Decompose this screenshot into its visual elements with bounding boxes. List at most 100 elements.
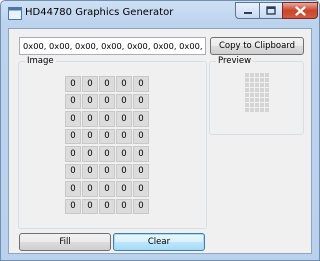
- pixel-cell[interactable]: 0: [133, 181, 149, 197]
- preview-pixel: [250, 108, 254, 112]
- hex-output-field[interactable]: 0x00, 0x00, 0x00, 0x00, 0x00, 0x00, 0x00…: [19, 37, 206, 55]
- preview-pixel: [245, 83, 249, 87]
- app-icon: [8, 7, 22, 20]
- preview-pixel: [250, 83, 254, 87]
- preview-pixel: [265, 103, 269, 107]
- pixel-cell[interactable]: 0: [99, 198, 115, 214]
- preview-pixel: [260, 103, 264, 107]
- close-icon: [294, 5, 306, 16]
- pixel-cell[interactable]: 0: [116, 128, 132, 144]
- preview-pixel: [255, 98, 259, 102]
- pixel-cell[interactable]: 0: [133, 111, 149, 127]
- maximize-icon: [266, 6, 276, 15]
- preview-pixel: [245, 78, 249, 82]
- clear-button[interactable]: Clear: [113, 233, 205, 251]
- preview-pixel: [250, 78, 254, 82]
- preview-pixel: [265, 73, 269, 77]
- copy-to-clipboard-button[interactable]: Copy to Clipboard: [210, 37, 304, 55]
- minimize-button[interactable]: [235, 2, 260, 19]
- preview-pixel: [250, 88, 254, 92]
- pixel-cell[interactable]: 0: [133, 128, 149, 144]
- preview-pixel: [260, 73, 264, 77]
- preview-pixel: [255, 78, 259, 82]
- preview-pixel: [250, 103, 254, 107]
- preview-group-label: Preview: [216, 56, 254, 67]
- pixel-cell[interactable]: 0: [82, 93, 98, 109]
- pixel-grid: 0000000000000000000000000000000000000000: [65, 76, 149, 214]
- pixel-cell[interactable]: 0: [133, 146, 149, 162]
- preview-pixel: [250, 98, 254, 102]
- pixel-cell[interactable]: 0: [116, 181, 132, 197]
- image-group-label: Image: [25, 56, 56, 67]
- preview-pixel: [260, 108, 264, 112]
- pixel-cell[interactable]: 0: [65, 163, 81, 179]
- preview-pixel: [245, 98, 249, 102]
- fill-button[interactable]: Fill: [19, 233, 111, 251]
- pixel-cell[interactable]: 0: [99, 93, 115, 109]
- pixel-cell[interactable]: 0: [82, 111, 98, 127]
- pixel-cell[interactable]: 0: [65, 181, 81, 197]
- pixel-cell[interactable]: 0: [65, 198, 81, 214]
- pixel-cell[interactable]: 0: [82, 198, 98, 214]
- preview-pixel: [265, 83, 269, 87]
- pixel-cell[interactable]: 0: [116, 93, 132, 109]
- pixel-cell[interactable]: 0: [116, 198, 132, 214]
- preview-pixel: [245, 103, 249, 107]
- preview-pixel: [265, 78, 269, 82]
- pixel-cell[interactable]: 0: [133, 163, 149, 179]
- preview-grid: [245, 73, 269, 112]
- preview-pixel: [250, 93, 254, 97]
- pixel-cell[interactable]: 0: [65, 111, 81, 127]
- app-window: HD44780 Graphics Generator 0x00, 0x00, 0…: [0, 0, 320, 261]
- pixel-cell[interactable]: 0: [133, 93, 149, 109]
- preview-pixel: [245, 73, 249, 77]
- preview-pixel: [265, 88, 269, 92]
- pixel-cell[interactable]: 0: [99, 111, 115, 127]
- preview-pixel: [250, 73, 254, 77]
- pixel-cell[interactable]: 0: [133, 76, 149, 92]
- maximize-button[interactable]: [259, 2, 283, 19]
- pixel-cell[interactable]: 0: [82, 76, 98, 92]
- client-area: 0x00, 0x00, 0x00, 0x00, 0x00, 0x00, 0x00…: [8, 28, 312, 254]
- pixel-cell[interactable]: 0: [65, 93, 81, 109]
- preview-pixel: [260, 88, 264, 92]
- preview-pixel: [255, 103, 259, 107]
- preview-pixel: [265, 98, 269, 102]
- preview-groupbox: Preview: [209, 56, 304, 135]
- pixel-cell[interactable]: 0: [65, 146, 81, 162]
- preview-pixel: [260, 93, 264, 97]
- preview-pixel: [260, 83, 264, 87]
- pixel-cell[interactable]: 0: [133, 198, 149, 214]
- pixel-cell[interactable]: 0: [116, 146, 132, 162]
- pixel-cell[interactable]: 0: [116, 163, 132, 179]
- pixel-cell[interactable]: 0: [116, 76, 132, 92]
- pixel-cell[interactable]: 0: [65, 128, 81, 144]
- window-title: HD44780 Graphics Generator: [25, 7, 174, 18]
- pixel-cell[interactable]: 0: [99, 181, 115, 197]
- pixel-cell[interactable]: 0: [82, 181, 98, 197]
- preview-pixel: [260, 78, 264, 82]
- preview-pixel: [255, 73, 259, 77]
- minimize-icon: [243, 11, 252, 14]
- pixel-cell[interactable]: 0: [82, 146, 98, 162]
- preview-pixel: [245, 108, 249, 112]
- preview-pixel: [245, 88, 249, 92]
- preview-pixel: [255, 83, 259, 87]
- preview-pixel: [255, 108, 259, 112]
- preview-pixel: [265, 93, 269, 97]
- pixel-cell[interactable]: 0: [82, 163, 98, 179]
- preview-pixel: [260, 98, 264, 102]
- pixel-cell[interactable]: 0: [82, 128, 98, 144]
- pixel-cell[interactable]: 0: [99, 163, 115, 179]
- pixel-cell[interactable]: 0: [99, 146, 115, 162]
- title-bar[interactable]: HD44780 Graphics Generator: [1, 1, 319, 27]
- preview-pixel: [255, 93, 259, 97]
- preview-pixel: [255, 88, 259, 92]
- pixel-cell[interactable]: 0: [99, 128, 115, 144]
- preview-pixel: [245, 93, 249, 97]
- close-button[interactable]: [282, 2, 318, 19]
- pixel-cell[interactable]: 0: [116, 111, 132, 127]
- preview-pixel: [265, 108, 269, 112]
- pixel-cell[interactable]: 0: [99, 76, 115, 92]
- pixel-cell[interactable]: 0: [65, 76, 81, 92]
